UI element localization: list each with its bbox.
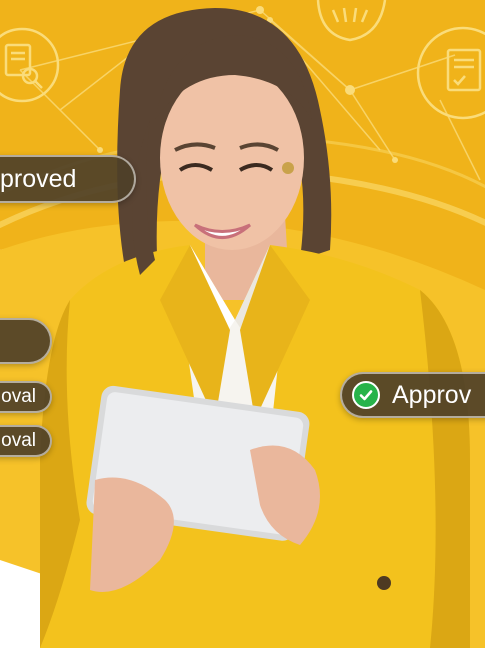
- approval-badge-1: oval: [0, 381, 52, 413]
- approved-badge-right-label: Approv: [392, 380, 472, 409]
- approved-badge-left-label: proved: [0, 164, 77, 193]
- check-circle-icon: [352, 381, 380, 409]
- scene: proved oval oval Approv: [0, 0, 485, 648]
- approved-badge-right: Approv: [340, 372, 485, 418]
- approval-badge-2-label: oval: [1, 430, 36, 451]
- woman-with-tablet: [40, 8, 470, 648]
- blank-badge: [0, 318, 52, 364]
- approval-badge-1-label: oval: [1, 386, 36, 407]
- approval-badge-2: oval: [0, 425, 52, 457]
- approved-badge-left: proved: [0, 155, 136, 203]
